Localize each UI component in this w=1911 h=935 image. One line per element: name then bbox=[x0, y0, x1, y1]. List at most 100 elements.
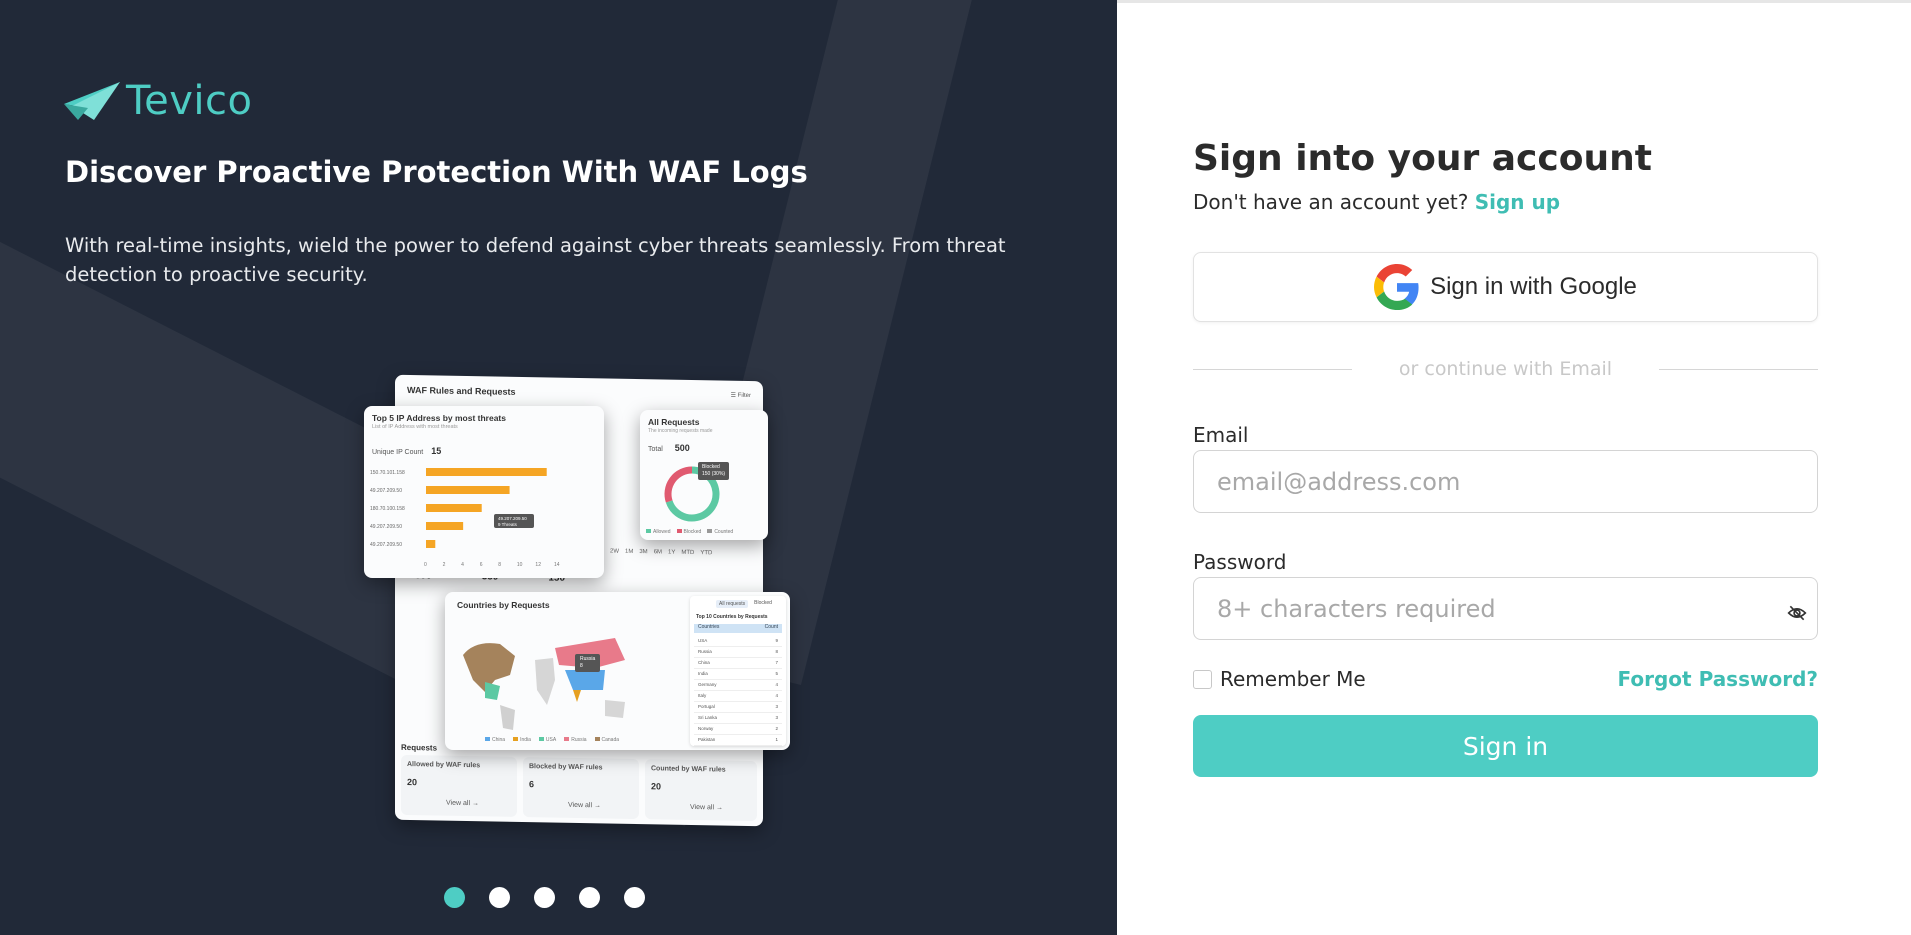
x-tick-label: 8 bbox=[498, 562, 501, 568]
google-signin-label: Sign in with Google bbox=[1430, 273, 1637, 300]
legend-item: Allowed bbox=[646, 529, 671, 535]
no-account-text: Don't have an account yet? bbox=[1193, 190, 1469, 214]
email-divider: or continue with Email bbox=[1193, 358, 1818, 380]
password-field[interactable] bbox=[1194, 578, 1757, 639]
email-field-wrapper bbox=[1193, 450, 1818, 513]
ip-label: 49.207.209.50 bbox=[370, 542, 402, 548]
ip-tooltip-ip: 49.207.209.50 bbox=[498, 516, 527, 521]
counted-tile: Counted by WAF rules 20 View all → bbox=[645, 759, 757, 822]
table-row: Germany 4 bbox=[694, 680, 782, 691]
signin-button[interactable]: Sign in bbox=[1193, 715, 1818, 777]
x-tick-label: 0 bbox=[424, 562, 427, 568]
top-border bbox=[1117, 0, 1911, 3]
top-ip-title: Top 5 IP Address by most threats bbox=[372, 413, 506, 423]
promo-panel: Tevico Discover Proactive Protection Wit… bbox=[0, 0, 1117, 935]
table-row: Norway 2 bbox=[694, 724, 782, 735]
ip-bar bbox=[426, 522, 464, 530]
time-range-option: 1Y bbox=[668, 549, 676, 556]
donut-slice bbox=[664, 466, 693, 503]
donut-tooltip: Blocked 150 (30%) bbox=[698, 462, 730, 480]
allowed-tile: Allowed by WAF rules 20 View all → bbox=[401, 754, 517, 817]
x-tick-label: 6 bbox=[480, 562, 483, 568]
world-map bbox=[463, 638, 625, 730]
carousel-dot[interactable] bbox=[534, 887, 555, 908]
signup-link[interactable]: Sign up bbox=[1475, 190, 1560, 214]
time-range-option: 1M bbox=[625, 548, 634, 555]
divider-line bbox=[1193, 368, 1352, 370]
legend-item: Russia bbox=[564, 737, 587, 743]
requests-label: Requests bbox=[401, 742, 438, 753]
legend-item: Blocked bbox=[676, 529, 701, 535]
carousel-dots bbox=[444, 887, 645, 908]
x-tick-label: 2 bbox=[443, 562, 446, 568]
ip-label: 49.207.209.50 bbox=[370, 488, 402, 494]
all-requests-card: All Requests The incoming requests made … bbox=[640, 410, 768, 540]
legend-item: China bbox=[485, 737, 505, 743]
legend-item: India bbox=[513, 737, 531, 743]
dashboard-mockup: WAF Rules and Requests ☰ Filter 1W2W1M3M… bbox=[360, 370, 800, 830]
unique-ip-count: Unique IP Count 15 bbox=[372, 446, 442, 456]
google-icon bbox=[1374, 264, 1419, 310]
table-row: Italy 4 bbox=[694, 691, 782, 702]
table-row: Pakistan 1 bbox=[694, 735, 782, 746]
time-range-option: 3M bbox=[639, 549, 648, 556]
divider-line bbox=[1659, 368, 1818, 370]
donut-legend: Allowed Blocked Counted bbox=[646, 529, 733, 535]
table-row: Sri Lanka 3 bbox=[694, 713, 782, 724]
page-title: Sign into your account bbox=[1193, 138, 1652, 179]
legend-item: USA bbox=[538, 737, 556, 743]
email-field[interactable] bbox=[1194, 451, 1757, 512]
ip-tooltip-threats: 9 Threats bbox=[498, 522, 518, 527]
ip-label: 180.70.100.158 bbox=[370, 506, 405, 512]
promo-headline: Discover Proactive Protection With WAF L… bbox=[65, 155, 808, 189]
remember-me-checkbox[interactable] bbox=[1193, 669, 1212, 689]
password-label: Password bbox=[1193, 550, 1287, 574]
ip-bar bbox=[426, 540, 436, 548]
email-label: Email bbox=[1193, 423, 1249, 447]
eye-off-icon[interactable] bbox=[1787, 604, 1807, 622]
time-range-option: 6M bbox=[653, 549, 663, 556]
signup-prompt: Don't have an account yet? Sign up bbox=[1193, 190, 1560, 214]
brand-logo: Tevico bbox=[64, 78, 253, 124]
countries-table: All requests Blocked Top 10 Countries by … bbox=[690, 596, 786, 746]
time-range-option: MTD bbox=[681, 549, 695, 557]
top-ip-card: Top 5 IP Address by most threats List of… bbox=[364, 406, 604, 578]
time-range-option: YTD bbox=[700, 550, 713, 557]
legend-item: Canada bbox=[594, 737, 619, 743]
carousel-dot[interactable] bbox=[489, 887, 510, 908]
map-tooltip: Russia 8 bbox=[575, 654, 601, 672]
x-tick-label: 10 bbox=[517, 562, 523, 568]
remember-me-label: Remember Me bbox=[1220, 667, 1366, 691]
table-row: Portugal 3 bbox=[694, 702, 782, 713]
waf-rules-title: WAF Rules and Requests bbox=[407, 384, 516, 397]
table-row: USA 9 bbox=[694, 636, 782, 647]
x-tick-label: 4 bbox=[461, 562, 464, 568]
map-legend: China India USA Russia Canada bbox=[485, 737, 619, 743]
brand-name: Tevico bbox=[126, 78, 253, 124]
carousel-dot[interactable] bbox=[624, 887, 645, 908]
google-signin-button[interactable]: Sign in with Google bbox=[1193, 252, 1818, 322]
table-row: Russia 8 bbox=[694, 647, 782, 658]
table-row: India 5 bbox=[694, 669, 782, 680]
paper-plane-logo-icon bbox=[64, 82, 120, 120]
countries-card: Countries by Requests Russia 8 China India… bbox=[445, 592, 790, 750]
divider-text: or continue with Email bbox=[1398, 358, 1613, 380]
password-field-wrapper bbox=[1193, 577, 1818, 640]
time-range-option: 2W bbox=[610, 548, 619, 555]
x-tick-label: 14 bbox=[554, 562, 560, 568]
carousel-dot[interactable] bbox=[579, 887, 600, 908]
x-tick-label: 12 bbox=[535, 562, 541, 568]
filter-button: ☰ Filter bbox=[730, 392, 751, 400]
forgot-password-link[interactable]: Forgot Password? bbox=[1618, 667, 1818, 691]
blocked-tile: Blocked by WAF rules 6 View all → bbox=[523, 757, 639, 820]
carousel-dot[interactable] bbox=[444, 887, 465, 908]
ip-bar bbox=[426, 504, 482, 512]
promo-description: With real-time insights, wield the power… bbox=[65, 234, 1006, 286]
table-row: China 7 bbox=[694, 658, 782, 669]
top-ip-subtitle: List of IP Address with most threats bbox=[372, 424, 458, 430]
ip-bar bbox=[426, 468, 547, 476]
ip-bar bbox=[426, 486, 510, 494]
time-range-bar: 1W2W1M3M6M1YMTDYTD bbox=[595, 548, 712, 556]
legend-item: Counted bbox=[707, 529, 733, 535]
ip-bar-chart: 150.70.101.158 49.207.209.50 180.70.100.15… bbox=[370, 468, 560, 568]
